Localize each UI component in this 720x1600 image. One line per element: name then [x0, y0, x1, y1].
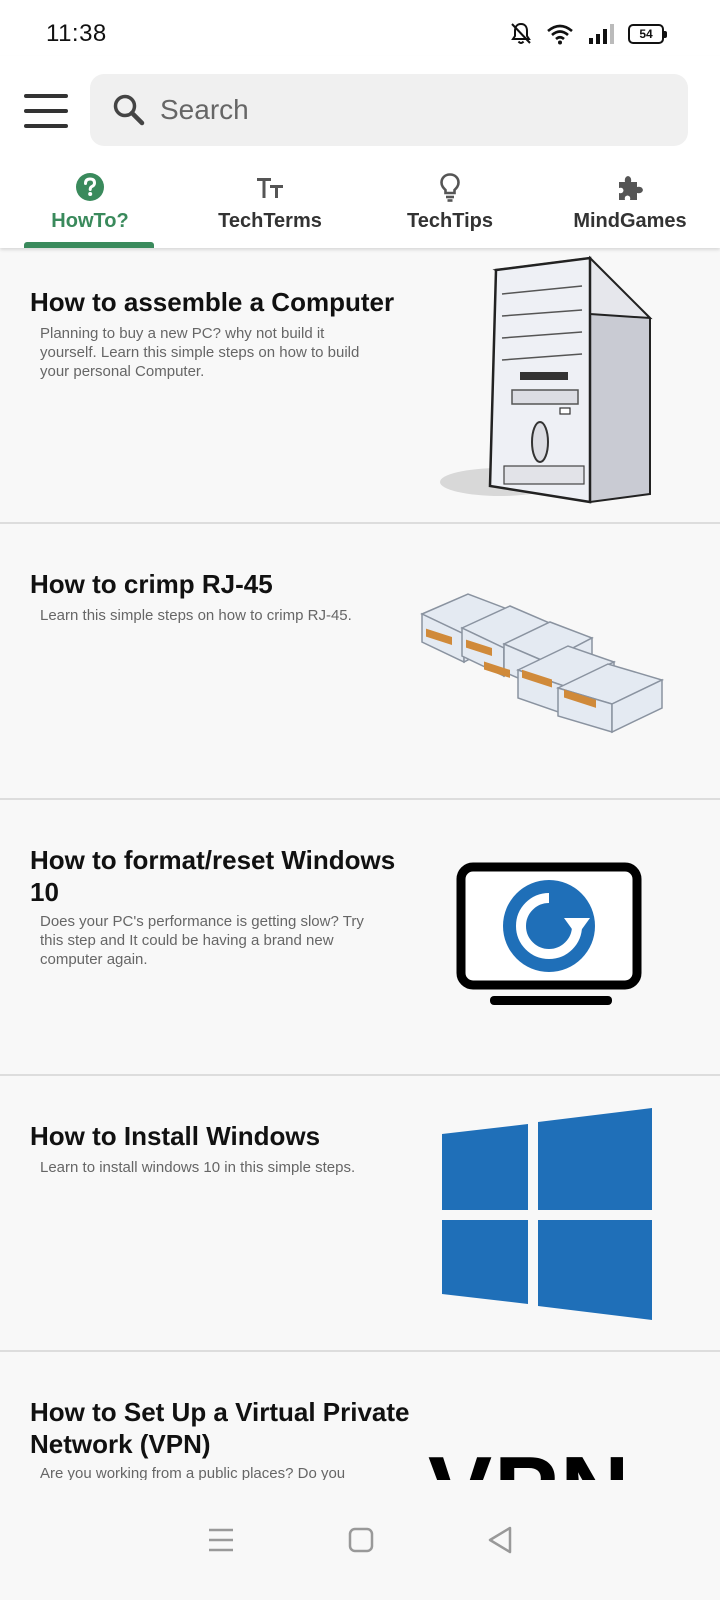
tab-techterms-label: TechTerms	[218, 210, 322, 232]
back-icon[interactable]	[487, 1526, 513, 1554]
article-card-assemble-computer[interactable]: How to assemble a Computer Planning to b…	[0, 248, 720, 524]
article-card-format-windows[interactable]: How to format/reset Windows 10 Does your…	[0, 800, 720, 1076]
article-list: How to assemble a Computer Planning to b…	[0, 248, 720, 1480]
signal-icon	[589, 24, 614, 44]
status-bar: 11:38 54	[0, 0, 720, 64]
menu-button[interactable]	[24, 94, 68, 128]
tab-mindgames[interactable]: MindGames	[540, 166, 720, 248]
vpn-text-icon: VPN	[428, 1436, 631, 1480]
app-header: HowTo? TechTerms TechTips MindGames	[0, 56, 720, 248]
windows-logo-icon	[442, 1108, 652, 1320]
tab-techtips-label: TechTips	[407, 210, 493, 232]
battery-level: 54	[639, 27, 653, 41]
tab-howto[interactable]: HowTo?	[0, 166, 180, 248]
article-description: Does your PC's performance is getting sl…	[40, 913, 364, 968]
article-title: How to crimp RJ-45	[30, 569, 273, 599]
category-tabs: HowTo? TechTerms TechTips MindGames	[0, 166, 720, 248]
bell-off-icon	[511, 22, 531, 44]
article-title: How to Install Windows	[30, 1121, 321, 1151]
article-card-crimp-rj45[interactable]: How to crimp RJ-45 Learn this simple ste…	[0, 524, 720, 800]
hamburger-icon-bar	[24, 124, 68, 128]
article-description: Learn to install windows 10 in this simp…	[40, 1159, 356, 1176]
monitor-reset-icon	[456, 862, 642, 1005]
text-size-icon	[257, 178, 283, 198]
hamburger-icon-bar	[24, 94, 68, 98]
hamburger-icon-bar	[24, 109, 68, 113]
article-title: How to format/reset Windows 10	[30, 845, 396, 907]
tab-mindgames-label: MindGames	[573, 210, 687, 232]
recent-apps-icon[interactable]	[207, 1527, 235, 1553]
search-icon	[113, 94, 145, 126]
tab-techterms[interactable]: TechTerms	[180, 166, 360, 248]
lightbulb-icon	[440, 173, 460, 202]
tab-howto-label: HowTo?	[51, 210, 129, 232]
home-icon[interactable]	[348, 1527, 374, 1553]
search-input[interactable]	[160, 94, 640, 126]
search-box[interactable]	[90, 74, 688, 146]
system-navigation-bar	[0, 1480, 720, 1600]
article-description: Learn this simple steps on how to crimp …	[40, 607, 352, 624]
article-card-install-windows[interactable]: How to Install Windows Learn to install …	[0, 1076, 720, 1352]
tab-techtips[interactable]: TechTips	[360, 166, 540, 248]
article-title: How to Set Up a Virtual Private Network …	[30, 1397, 410, 1459]
article-description: Planning to buy a new PC? why not build …	[40, 325, 360, 380]
article-card-setup-vpn[interactable]: How to Set Up a Virtual Private Network …	[0, 1352, 720, 1480]
active-tab-indicator	[24, 242, 154, 248]
status-time: 11:38	[46, 20, 107, 47]
battery-indicator: 54	[628, 24, 667, 44]
help-circle-icon	[76, 173, 104, 201]
article-title: How to assemble a Computer	[30, 287, 395, 317]
computer-tower-icon	[440, 255, 653, 504]
wifi-icon	[547, 24, 573, 45]
rj45-connectors-icon	[420, 593, 665, 734]
article-description: Are you working from a public places? Do…	[40, 1465, 346, 1480]
puzzle-icon	[619, 176, 643, 200]
status-icons: 54	[510, 22, 667, 46]
